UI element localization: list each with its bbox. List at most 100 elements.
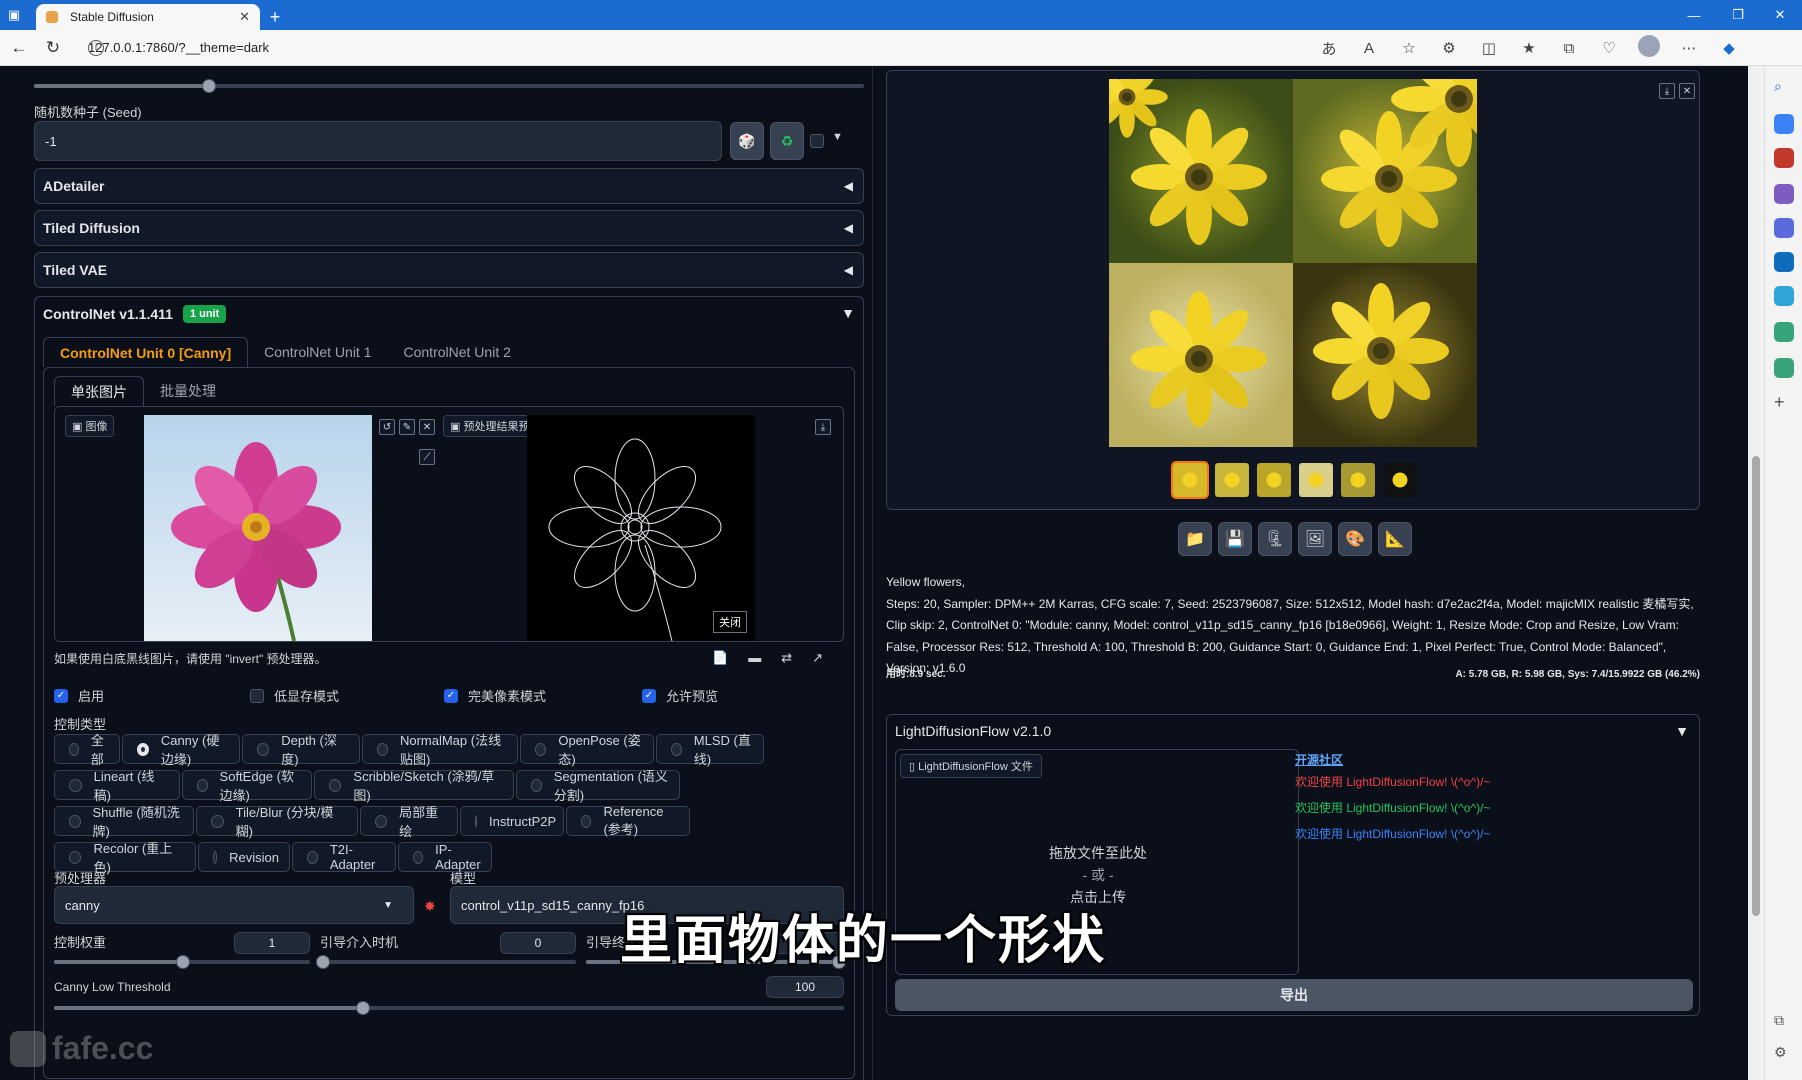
canny-low-slider[interactable]: [54, 1001, 844, 1015]
tab-unit-1[interactable]: ControlNet Unit 1: [248, 337, 387, 367]
top-slider[interactable]: [34, 79, 864, 93]
new-tab-button[interactable]: +: [260, 4, 290, 30]
gallery-thumbnail[interactable]: [1257, 463, 1291, 497]
download-icon[interactable]: ⤓: [815, 419, 831, 435]
site-info-icon[interactable]: i: [88, 39, 104, 56]
expand-arrow-icon[interactable]: ▼: [841, 305, 855, 321]
control-type-option[interactable]: Reference (参考): [566, 804, 690, 837]
run-preprocessor-icon[interactable]: ✸: [424, 898, 436, 915]
canny-low-input[interactable]: 100: [766, 976, 844, 998]
gallery-thumbnail[interactable]: [1341, 463, 1375, 497]
control-type-option[interactable]: SoftEdge (软边缘): [182, 769, 312, 803]
save-icon[interactable]: 💾: [1218, 522, 1252, 556]
brush-icon[interactable]: ⟋: [419, 449, 435, 465]
minimize-icon[interactable]: —: [1672, 0, 1716, 30]
top-slider-knob[interactable]: [202, 79, 216, 93]
back-icon[interactable]: ←: [4, 33, 34, 63]
tiled-vae-accordion[interactable]: Tiled VAE ◀: [34, 252, 864, 288]
tag-icon[interactable]: [1774, 114, 1794, 134]
tab-unit-2[interactable]: ControlNet Unit 2: [388, 337, 527, 367]
control-type-option[interactable]: Revision: [198, 842, 290, 872]
random-seed-icon[interactable]: 🎲: [730, 122, 764, 160]
pixel-perfect-checkbox[interactable]: ✓ 完美像素模式: [444, 686, 546, 705]
read-aloud-icon[interactable]: A: [1356, 40, 1382, 57]
add-icon[interactable]: +: [1774, 392, 1794, 412]
profile-avatar[interactable]: [1636, 35, 1662, 61]
gallery-thumbnail[interactable]: [1383, 463, 1417, 497]
control-type-option[interactable]: Shuffle (随机洗牌): [54, 805, 194, 839]
gallery-thumbnail[interactable]: [1215, 463, 1249, 497]
rotate-icon[interactable]: ↺: [379, 419, 395, 435]
close-gallery-icon[interactable]: ✕: [1679, 83, 1695, 99]
gallery-thumbnail[interactable]: [1299, 463, 1333, 497]
send-icon[interactable]: [1774, 286, 1794, 306]
weight-input[interactable]: 1: [234, 932, 310, 954]
control-type-option[interactable]: Lineart (线稿): [54, 769, 180, 803]
download-result-icon[interactable]: ⤓: [1659, 83, 1675, 99]
url-field[interactable]: i 127.0.0.1:7860/?__theme=dark: [88, 39, 269, 56]
office-icon[interactable]: [1774, 218, 1794, 238]
send-icon[interactable]: ↗: [812, 650, 823, 666]
close-tab-icon[interactable]: ✕: [239, 9, 250, 25]
weight-slider-knob[interactable]: [176, 955, 190, 969]
translate-icon[interactable]: あ: [1316, 38, 1342, 59]
extra-seed-checkbox[interactable]: [810, 134, 824, 148]
clear-image-icon[interactable]: ✕: [419, 419, 435, 435]
reuse-seed-icon[interactable]: ♻: [770, 122, 804, 160]
send-to-extras-icon[interactable]: 📐: [1378, 522, 1412, 556]
chatgpt-icon[interactable]: [1774, 358, 1794, 378]
guidance-start-knob[interactable]: [316, 955, 330, 969]
browser-tab[interactable]: Stable Diffusion ✕: [36, 4, 260, 30]
seed-input[interactable]: -1: [34, 121, 722, 161]
canny-low-knob[interactable]: [356, 1001, 370, 1015]
camera-icon[interactable]: ▬: [748, 650, 761, 666]
result-image-grid[interactable]: [1086, 66, 1527, 447]
control-type-option[interactable]: Depth (深度): [242, 733, 360, 767]
export-button[interactable]: 导出: [895, 979, 1693, 1011]
close-preview-button[interactable]: 关闭: [713, 611, 747, 633]
control-type-option[interactable]: NormalMap (法线贴图): [362, 733, 518, 767]
guidance-start-slider[interactable]: [316, 955, 576, 969]
restore-icon[interactable]: ❐: [1716, 0, 1760, 30]
control-type-option[interactable]: OpenPose (姿态): [520, 733, 654, 767]
controlnet-header[interactable]: ControlNet v1.1.411 1 unit: [43, 305, 227, 323]
expand-arrow-icon[interactable]: ▼: [1675, 723, 1689, 739]
scrollbar-thumb[interactable]: [1752, 456, 1760, 916]
folder-icon[interactable]: 📁: [1178, 522, 1212, 556]
preprocessor-dropdown[interactable]: canny ▼: [54, 886, 414, 924]
chatgpt-icon[interactable]: [1774, 322, 1794, 342]
control-type-option[interactable]: T2I-Adapter: [292, 842, 396, 872]
favorite-star-icon[interactable]: ☆: [1396, 39, 1422, 57]
extensions-icon[interactable]: ⚙: [1436, 39, 1462, 57]
send-to-inpaint-icon[interactable]: 🎨: [1338, 522, 1372, 556]
guidance-start-input[interactable]: 0: [500, 932, 576, 954]
control-type-option[interactable]: MLSD (直线): [656, 733, 764, 767]
tab-batch[interactable]: 批量处理: [144, 376, 232, 406]
enable-checkbox[interactable]: ✓ 启用: [54, 686, 104, 705]
swap-icon[interactable]: ⇄: [781, 650, 792, 666]
gallery-thumbnail[interactable]: [1171, 461, 1209, 499]
close-window-icon[interactable]: ✕: [1758, 0, 1802, 30]
community-link[interactable]: 开源社区: [1295, 749, 1490, 771]
heart-icon[interactable]: ♡: [1596, 39, 1622, 57]
people-icon[interactable]: [1774, 184, 1794, 204]
control-type-option[interactable]: Tile/Blur (分块/模糊): [196, 805, 358, 839]
copilot-icon[interactable]: ◆: [1716, 39, 1742, 57]
control-type-option[interactable]: Scribble/Sketch (涂鸦/草图): [314, 769, 514, 803]
control-type-option[interactable]: InstructP2P: [460, 806, 564, 836]
allow-preview-checkbox[interactable]: ✓ 允许预览: [642, 686, 718, 705]
input-image[interactable]: [144, 415, 372, 641]
control-type-option[interactable]: 全部: [54, 733, 120, 767]
control-type-option[interactable]: 局部重绘: [360, 805, 458, 839]
toolbox-icon[interactable]: [1774, 148, 1794, 168]
low-vram-checkbox[interactable]: 低显存模式: [250, 686, 339, 705]
send-to-img2img-icon[interactable]: 🖼: [1298, 522, 1332, 556]
tiled-diffusion-accordion[interactable]: Tiled Diffusion ◀: [34, 210, 864, 246]
outlook-icon[interactable]: [1774, 252, 1794, 272]
weight-slider[interactable]: [54, 955, 310, 969]
collections-icon[interactable]: ⧉: [1556, 40, 1582, 57]
refresh-icon[interactable]: ↻: [38, 33, 68, 63]
edit-icon[interactable]: ✎: [399, 419, 415, 435]
control-type-option[interactable]: Canny (硬边缘): [122, 733, 240, 767]
split-screen-icon[interactable]: ◫: [1476, 39, 1502, 57]
